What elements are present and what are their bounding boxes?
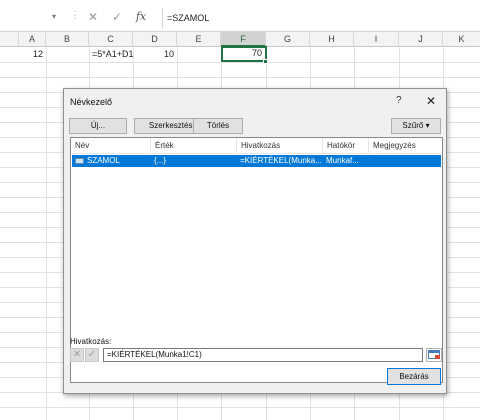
cell-f1-selected[interactable]: 70 [221,46,267,62]
header-name[interactable]: Név [71,138,151,154]
defined-name-icon [75,158,84,164]
cell-d1[interactable]: 10 [133,47,177,62]
column-header-h[interactable]: H [310,32,354,47]
select-all-corner[interactable] [0,32,19,47]
header-reference[interactable]: Hivatkozás [237,138,323,154]
grid-line [0,407,480,408]
list-item-szamol[interactable]: SZAMOL {...} =KIÉRTÉKEL(Munka... Munkaf.… [72,155,441,167]
excel-window: ▾ ⋮ ✕ ✓ fx =SZAMOL A B C D E F G H I J K [0,0,480,420]
header-value[interactable]: Érték [151,138,237,154]
column-header-g[interactable]: G [266,32,310,47]
filter-label: Szűrő [402,121,424,130]
collapse-dialog-icon[interactable] [426,348,442,362]
new-button[interactable]: Új... [69,118,127,134]
chevron-down-icon: ▾ [425,121,430,130]
cell-c1[interactable]: =5*A1+D1 [89,47,137,62]
column-header-e[interactable]: E [177,32,221,47]
names-list-header: Név Érték Hivatkozás Hatókör Megjegyzés [71,138,442,154]
column-header-i[interactable]: I [354,32,399,47]
name-manager-dialog: Névkezelő ? ✕ Új... Szerkesztés... Törlé… [63,88,447,394]
insert-function-icon[interactable]: fx [134,10,148,24]
row-reference: =KIÉRTÉKEL(Munka... [240,156,322,165]
header-note[interactable]: Megjegyzés [369,138,442,154]
column-header-j[interactable]: J [399,32,443,47]
column-headers: A B C D E F G H I J K [0,32,480,47]
cell-a1[interactable]: 12 [0,47,46,62]
filter-button[interactable]: Szűrő ▾ [391,118,441,134]
cancel-reference-icon[interactable]: ✕ [70,348,84,362]
column-header-c[interactable]: C [89,32,133,47]
dialog-title: Névkezelő [70,97,113,107]
confirm-icon[interactable]: ✓ [110,10,124,24]
row-scope: Munkaf... [326,156,359,165]
namebox-dropdown-icon[interactable]: ▾ [52,12,56,21]
column-header-d[interactable]: D [133,32,177,47]
column-header-k[interactable]: K [443,32,480,47]
delete-button[interactable]: Törlés [193,118,243,134]
cancel-icon[interactable]: ✕ [86,10,100,24]
grid-line [46,47,47,420]
grid-line [0,77,480,78]
header-scope[interactable]: Hatókör [323,138,369,154]
row-value: {...} [154,156,167,165]
fill-handle[interactable] [263,59,268,64]
formula-bar: ▾ ⋮ ✕ ✓ fx =SZAMOL [0,0,480,32]
dialog-close-button[interactable]: ✕ [420,93,442,109]
reference-input[interactable]: =KIÉRTÉKEL(Munka1!C1) [103,348,423,362]
formula-bar-grip-icon: ⋮ [70,10,80,21]
close-button[interactable]: Bezárás [387,368,441,385]
names-list[interactable]: Név Érték Hivatkozás Hatókör Megjegyzés … [70,137,443,383]
column-header-a[interactable]: A [19,32,46,47]
formula-input[interactable]: =SZAMOL [162,8,480,28]
help-button[interactable]: ? [396,95,402,106]
column-header-b[interactable]: B [46,32,89,47]
row-name: SZAMOL [87,156,120,165]
formula-bar-buttons: ✕ ✓ fx [80,8,160,26]
reference-label: Hivatkozás: [70,337,112,346]
grid-line [0,62,480,63]
column-header-f[interactable]: F [221,32,266,47]
row-note [369,155,441,167]
confirm-reference-icon[interactable]: ✓ [85,348,99,362]
range-select-icon [428,350,440,359]
